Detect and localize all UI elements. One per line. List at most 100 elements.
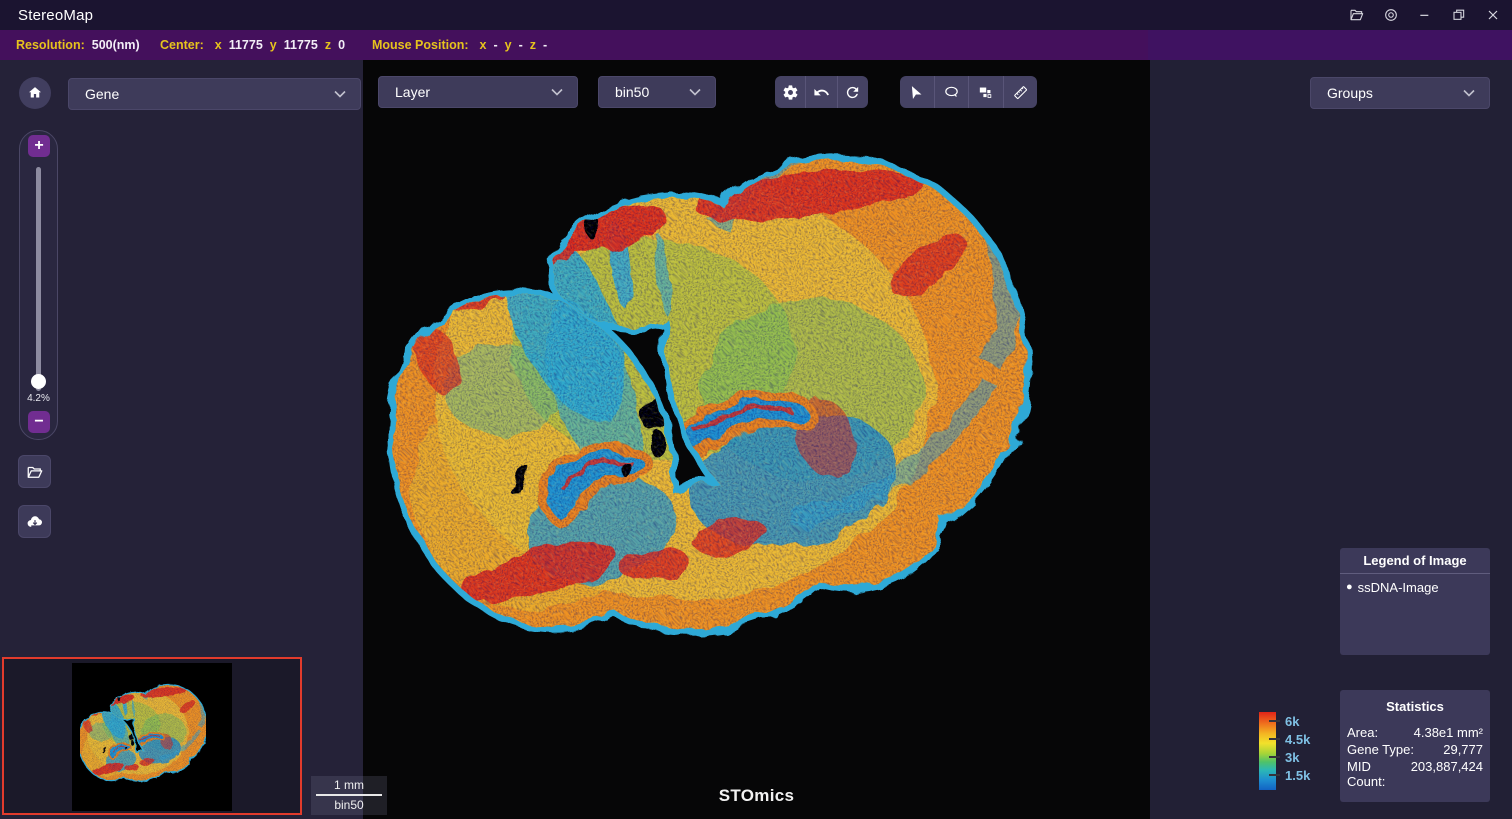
chevron-down-icon xyxy=(1463,89,1475,97)
legend-title: Legend of Image xyxy=(1340,548,1490,574)
center-y-label: y xyxy=(270,38,277,52)
minimap[interactable] xyxy=(2,657,302,815)
colorbar-tick-label: 1.5k xyxy=(1285,767,1310,785)
layer-dropdown[interactable]: Layer xyxy=(378,76,578,108)
center-z-value: 0 xyxy=(338,38,345,52)
colorbar-tick xyxy=(1269,774,1280,776)
center-z-label: z xyxy=(325,38,331,52)
left-panel: Gene + 4.2% − xyxy=(0,60,363,819)
ruler-icon xyxy=(1012,84,1029,101)
mouse-position-readout: Mouse Position: x - y - z - xyxy=(372,30,547,60)
reset-rotation-button[interactable] xyxy=(838,76,868,108)
title-bar: StereoMap xyxy=(0,0,1512,30)
chevron-down-icon xyxy=(551,88,563,96)
resolution-readout: Resolution: 500(nm) xyxy=(16,30,140,60)
statistics-row: Gene Type: 29,777 xyxy=(1340,741,1490,758)
zoom-slider: + 4.2% − xyxy=(19,130,58,440)
statistics-row: Area: 4.38e1 mm² xyxy=(1340,724,1490,741)
chevron-down-icon xyxy=(334,90,346,98)
home-button[interactable] xyxy=(19,77,51,109)
measure-tool-button[interactable] xyxy=(1004,76,1038,108)
settings-gear-icon[interactable] xyxy=(1382,6,1400,24)
statistics-title: Statistics xyxy=(1340,690,1490,724)
groups-dropdown-label: Groups xyxy=(1327,85,1463,101)
colorbar-tick-label: 3k xyxy=(1285,749,1310,767)
home-icon xyxy=(26,84,44,102)
colorbar-labels: 6k 4.5k 3k 1.5k xyxy=(1285,713,1310,785)
stat-value: 4.38e1 mm² xyxy=(1414,725,1483,740)
lasso-select-button[interactable] xyxy=(935,76,970,108)
statistics-panel: Statistics Area: 4.38e1 mm² Gene Type: 2… xyxy=(1340,690,1490,802)
legend-item-label: ssDNA-Image xyxy=(1358,580,1439,595)
cloud-download-icon xyxy=(26,513,44,531)
stomics-watermark: STOmics xyxy=(363,786,1150,806)
undo-button[interactable] xyxy=(806,76,837,108)
chevron-down-icon xyxy=(689,88,701,96)
mouse-position-label: Mouse Position: xyxy=(372,38,469,52)
view-tool-group xyxy=(775,76,868,108)
lasso-icon xyxy=(943,84,960,101)
close-icon[interactable] xyxy=(1484,6,1502,24)
gene-dropdown[interactable]: Gene xyxy=(68,78,361,110)
restore-window-icon[interactable] xyxy=(1450,6,1468,24)
colorbar-tick xyxy=(1269,720,1280,722)
stat-label: Gene Type: xyxy=(1347,742,1414,757)
tissue-heatmap-image xyxy=(363,60,1150,819)
colorbar-tick xyxy=(1269,738,1280,740)
bin-dropdown[interactable]: bin50 xyxy=(598,76,716,108)
colorbar-gradient xyxy=(1259,712,1276,790)
mouse-z-label: z xyxy=(530,38,536,52)
info-bar-right-segment xyxy=(1148,30,1512,60)
mouse-x-label: x xyxy=(480,38,487,52)
center-readout: Center: x 11775 y 11775 z 0 xyxy=(160,30,345,60)
display-settings-button[interactable] xyxy=(775,76,806,108)
open-file-icon[interactable] xyxy=(1348,6,1366,24)
scale-bar-bin: bin50 xyxy=(316,798,382,812)
center-x-value: 11775 xyxy=(229,38,263,52)
legend-item[interactable]: ● ssDNA-Image xyxy=(1340,574,1490,595)
bin-dropdown-label: bin50 xyxy=(615,84,689,100)
center-x-label: x xyxy=(215,38,222,52)
mouse-y-label: y xyxy=(505,38,512,52)
zoom-percent: 4.2% xyxy=(20,393,57,404)
cloud-download-button[interactable] xyxy=(18,505,51,538)
scale-bar-distance: 1 mm xyxy=(316,778,382,796)
scale-bar: 1 mm bin50 xyxy=(311,776,387,815)
statistics-row: MID Count: 203,887,424 xyxy=(1340,758,1490,790)
brush-select-button[interactable] xyxy=(969,76,1004,108)
stat-value: 29,777 xyxy=(1443,742,1483,757)
stat-label: MID Count: xyxy=(1347,759,1411,789)
grid-squares-icon xyxy=(977,84,994,101)
pointer-select-button[interactable] xyxy=(900,76,935,108)
mouse-x-value: - xyxy=(493,38,497,52)
center-label: Center: xyxy=(160,38,204,52)
gear-icon xyxy=(782,84,799,101)
legend-panel: Legend of Image ● ssDNA-Image xyxy=(1340,548,1490,655)
colorbar: 6k 4.5k 3k 1.5k xyxy=(1259,712,1339,802)
undo-icon xyxy=(813,84,830,101)
refresh-icon xyxy=(844,84,861,101)
colorbar-tick-label: 4.5k xyxy=(1285,731,1310,749)
gene-dropdown-label: Gene xyxy=(85,86,334,102)
zoom-in-button[interactable]: + xyxy=(28,135,50,157)
colorbar-tick-label: 6k xyxy=(1285,713,1310,731)
zoom-out-button[interactable]: − xyxy=(28,411,50,433)
layer-dropdown-label: Layer xyxy=(395,84,551,100)
status-info-bar: Resolution: 500(nm) Center: x 11775 y 11… xyxy=(0,30,1512,60)
groups-dropdown[interactable]: Groups xyxy=(1310,77,1490,109)
zoom-slider-track[interactable] xyxy=(36,167,41,391)
stat-value: 203,887,424 xyxy=(1411,759,1483,789)
mouse-y-value: - xyxy=(519,38,523,52)
stereomap-window: StereoMap Resolution: 500(nm) xyxy=(0,0,1512,819)
stat-label: Area: xyxy=(1347,725,1378,740)
resolution-value: 500(nm) xyxy=(92,38,140,52)
image-canvas[interactable]: Layer bin50 xyxy=(363,60,1150,819)
legend-bullet-icon: ● xyxy=(1346,582,1353,593)
minimize-icon[interactable] xyxy=(1416,6,1434,24)
folder-icon xyxy=(26,463,44,481)
center-y-value: 11775 xyxy=(284,38,318,52)
zoom-slider-thumb[interactable] xyxy=(31,374,46,389)
cursor-icon xyxy=(908,84,925,101)
open-folder-button[interactable] xyxy=(18,455,51,488)
resolution-label: Resolution: xyxy=(16,38,85,52)
